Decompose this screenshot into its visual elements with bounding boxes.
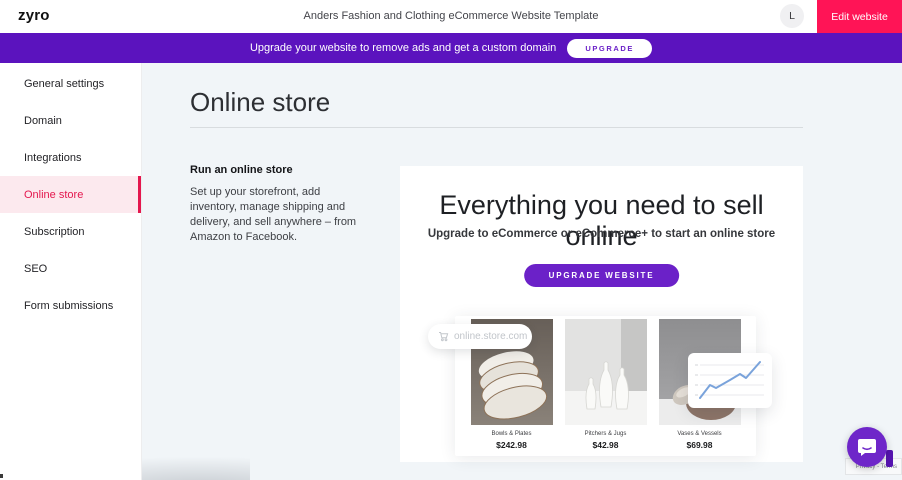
product-price: $42.98 <box>565 440 647 450</box>
product-price: $69.98 <box>659 440 741 450</box>
sidebar-item-integrations[interactable]: Integrations <box>0 139 141 176</box>
product-name: Vases & Vessels <box>659 431 741 437</box>
sidebar-item-label: Subscription <box>24 226 85 238</box>
edit-website-button[interactable]: Edit website <box>817 0 902 33</box>
store-domain-pill: online.store.com <box>428 324 532 349</box>
product-price: $242.98 <box>471 440 553 450</box>
promo-subheading: Upgrade to eCommerce or eCommerce+ to st… <box>400 228 803 240</box>
sidebar-item-online-store[interactable]: Online store <box>0 176 141 213</box>
chat-button[interactable] <box>847 427 887 467</box>
analytics-sparkline-card <box>688 353 772 408</box>
corner-artifact <box>0 474 3 478</box>
banner-text: Upgrade your website to remove ads and g… <box>250 42 556 54</box>
sidebar-item-label: Form submissions <box>24 300 113 312</box>
sidebar-item-label: Online store <box>24 189 83 201</box>
upgrade-banner: Upgrade your website to remove ads and g… <box>0 33 902 63</box>
upgrade-website-button[interactable]: UPGRADE WEBSITE <box>524 264 680 287</box>
sidebar-item-form-submissions[interactable]: Form submissions <box>0 287 141 324</box>
settings-sidebar: General settings Domain Integrations Onl… <box>0 63 142 480</box>
topbar: zyro Anders Fashion and Clothing eCommer… <box>0 0 902 33</box>
app-window: zyro Anders Fashion and Clothing eCommer… <box>0 0 902 480</box>
intro-heading: Run an online store <box>190 164 358 176</box>
product-card: Pitchers & Jugs $42.98 <box>565 319 647 456</box>
main-content: Online store Run an online store Set up … <box>142 63 902 480</box>
sidebar-item-general-settings[interactable]: General settings <box>0 65 141 102</box>
sparkline-chart <box>688 353 772 408</box>
sidebar-item-label: Domain <box>24 115 62 127</box>
sidebar-item-label: SEO <box>24 263 47 275</box>
chat-widget-tab[interactable] <box>886 450 893 467</box>
site-title: Anders Fashion and Clothing eCommerce We… <box>0 0 902 33</box>
banner-upgrade-button[interactable]: UPGRADE <box>567 39 652 58</box>
chat-bubble-icon <box>857 438 877 457</box>
sidebar-item-seo[interactable]: SEO <box>0 250 141 287</box>
cart-icon <box>438 331 449 342</box>
online-store-intro: Run an online store Set up your storefro… <box>190 164 358 245</box>
sidebar-item-subscription[interactable]: Subscription <box>0 213 141 250</box>
sidebar-item-label: General settings <box>24 78 104 90</box>
title-divider <box>190 127 803 128</box>
sidebar-item-domain[interactable]: Domain <box>0 102 141 139</box>
sidebar-item-label: Integrations <box>24 152 81 164</box>
avatar[interactable]: L <box>780 4 804 28</box>
store-domain-text: online.store.com <box>454 331 527 342</box>
product-name: Bowls & Plates <box>471 431 553 437</box>
product-name: Pitchers & Jugs <box>565 431 647 437</box>
promo-heading: Everything you need to sell online <box>400 190 803 252</box>
intro-description: Set up your storefront, add inventory, m… <box>190 185 358 245</box>
ecommerce-promo-panel: Everything you need to sell online Upgra… <box>400 166 803 462</box>
page-title: Online store <box>190 87 330 118</box>
product-image-pitchers <box>565 319 647 425</box>
